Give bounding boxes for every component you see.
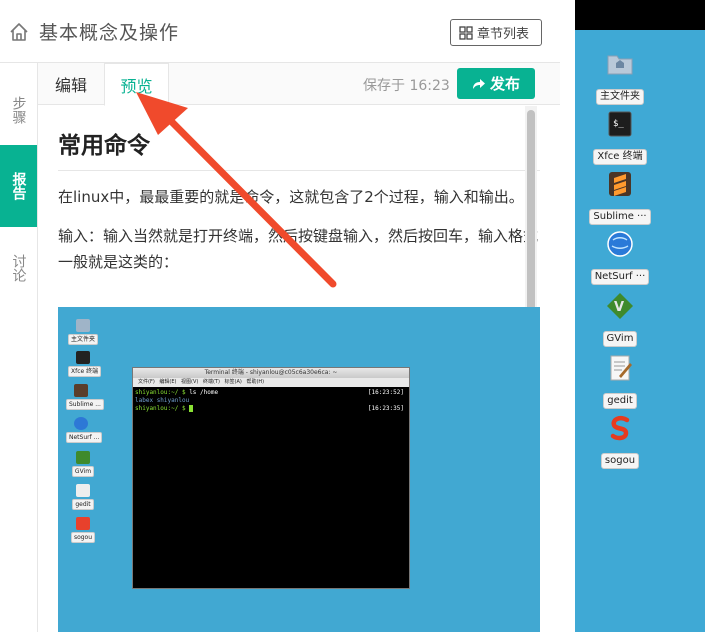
publish-button[interactable]: 发布 (457, 68, 535, 99)
mini-gedit-icon: gedit (68, 484, 98, 510)
desktop-top-bar (575, 0, 705, 30)
terminal-title: Terminal 终端 - shiyanlou@c05c6a30e6ca: ~ (204, 369, 338, 376)
terminal-titlebar: Terminal 终端 - shiyanlou@c05c6a30e6ca: ~ (133, 368, 409, 378)
desktop-icon-sublime[interactable]: Sublime ··· (589, 170, 651, 225)
mini-terminal-icon: Xfce 终端 (68, 351, 102, 377)
grid-icon (459, 25, 473, 40)
netsurf-icon (607, 231, 633, 257)
chapter-list-button[interactable]: 章节列表 (450, 19, 542, 46)
sublime-icon (609, 172, 631, 196)
lab-panel: 基本概念及操作 章节列表 步骤 报告 讨论 编辑 预览 保存于 16:23 发布… (0, 0, 560, 632)
desktop-icon-terminal[interactable]: $_ Xfce 终端 (589, 110, 651, 165)
desktop-icon-sogou[interactable]: sogou (589, 414, 651, 469)
share-icon (472, 79, 485, 89)
desktop-icon-gvim[interactable]: V GVim (589, 292, 651, 347)
mini-sublime-icon: Sublime ... (66, 384, 104, 410)
sogou-icon (610, 415, 630, 441)
terminal-cursor (189, 405, 194, 412)
terminal-line: shiyanlou:~/ $ [16:23:35] (135, 405, 404, 412)
svg-text:V: V (614, 300, 624, 315)
home-icon[interactable] (9, 22, 29, 42)
desktop-icon-gedit[interactable]: gedit (589, 354, 651, 409)
terminal-icon: $_ (608, 111, 632, 137)
editor-tabs: 编辑 预览 保存于 16:23 发布 (38, 63, 560, 106)
terminal-menubar: 文件(F) 编辑(E) 视图(V) 终端(T) 标签(A) 帮助(H) (133, 378, 409, 387)
svg-text:$_: $_ (613, 119, 624, 129)
side-rail: 步骤 报告 讨论 (0, 63, 38, 632)
desktop-icon-home-folder[interactable]: 主文件夹 (589, 50, 651, 105)
terminal-line: shiyanlou:~/ $ ls /home [16:23:52] (135, 389, 404, 396)
doc-paragraph-1: 在linux中，最最重要的就是命令，这就包含了2个过程，输入和输出。 (58, 188, 524, 206)
gedit-icon (610, 355, 632, 381)
tab-preview[interactable]: 预览 (104, 63, 169, 106)
desktop-area: 主文件夹 $_ Xfce 终端 Sublime ··· NetSurf ··· (575, 0, 705, 632)
desktop-icon-netsurf[interactable]: NetSurf ··· (589, 230, 651, 285)
terminal-window: Terminal 终端 - shiyanlou@c05c6a30e6ca: ~ … (132, 367, 410, 589)
gvim-icon: V (607, 293, 633, 319)
app-root: 基本概念及操作 章节列表 步骤 报告 讨论 编辑 预览 保存于 16:23 发布… (0, 0, 705, 632)
terminal-line: labex shiyanlou (135, 397, 190, 404)
doc-paragraph-2: 输入：输入当然就是打开终端，然后按键盘输入，然后按回车，输入格式一般就是这类的： (58, 227, 539, 271)
tab-edit[interactable]: 编辑 (38, 63, 104, 105)
folder-icon (607, 55, 633, 75)
mini-gvim-icon: GVim (68, 451, 98, 477)
rail-item-report[interactable]: 报告 (0, 145, 37, 227)
mini-folder-icon: 主文件夹 (68, 319, 99, 345)
doc-heading: 常用命令 (58, 126, 540, 171)
embedded-screenshot: 主文件夹 Xfce 终端 Sublime ... NetSurf ... GVi… (58, 307, 540, 632)
mini-netsurf-icon: NetSurf ... (66, 417, 103, 443)
terminal-output: shiyanlou:~/ $ ls /home [16:23:52] labex… (133, 387, 409, 415)
publish-label: 发布 (489, 75, 520, 93)
report-document: 常用命令 在linux中，最最重要的就是命令，这就包含了2个过程，输入和输出。 … (58, 106, 540, 275)
course-title: 基本概念及操作 (39, 22, 180, 44)
mini-sogou-icon: sogou (68, 517, 98, 543)
saved-status: 保存于 16:23 (363, 78, 450, 94)
header: 基本概念及操作 章节列表 (0, 0, 560, 63)
chapter-list-label: 章节列表 (477, 27, 530, 42)
rail-item-discussion[interactable]: 讨论 (0, 235, 37, 301)
rail-item-steps[interactable]: 步骤 (0, 77, 37, 143)
